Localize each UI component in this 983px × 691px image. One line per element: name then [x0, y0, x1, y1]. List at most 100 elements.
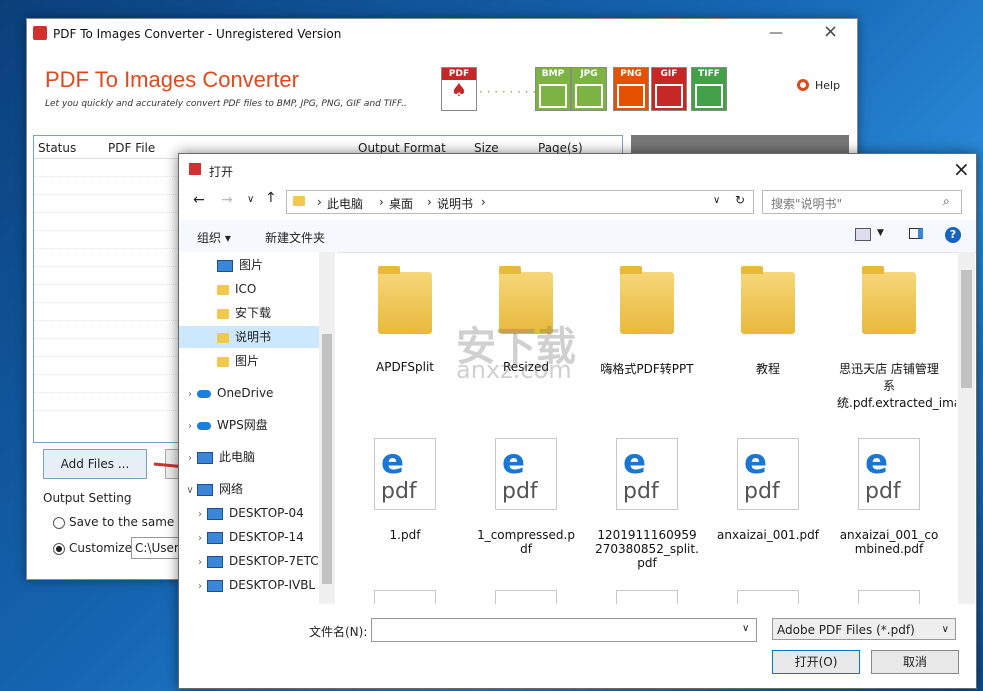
new-folder-button[interactable]: 新建文件夹 — [265, 229, 325, 246]
nav-item-label: 说明书 — [235, 330, 272, 344]
nav-item-label: DESKTOP-IVBL — [229, 578, 316, 592]
expand-icon[interactable]: ∨ — [183, 480, 197, 502]
crumb-desktop[interactable]: 桌面 — [389, 195, 413, 212]
address-dropdown-icon[interactable]: ∨ — [713, 195, 720, 206]
dialog-app-icon — [189, 163, 201, 175]
pdf-file-name: anxaizai_001_combined.pdf — [839, 528, 939, 556]
nav-item[interactable]: 图片 — [179, 350, 335, 372]
col-status[interactable]: Status — [38, 141, 76, 155]
nav-item[interactable]: › DESKTOP-14 — [179, 526, 335, 548]
nav-item[interactable]: › WPS网盘 — [179, 414, 335, 436]
pdf-file-icon: e pdf — [616, 438, 678, 510]
nav-item[interactable]: › DESKTOP-IVBL — [179, 574, 335, 596]
pdf-item[interactable]: e pdf 1201911160959270380852_split.pdf — [595, 438, 699, 570]
pdf-item[interactable]: e pdf 1.pdf — [353, 438, 457, 542]
nav-item[interactable]: 图片 — [179, 254, 335, 276]
crumb-manual[interactable]: 说明书 — [437, 195, 473, 212]
nav-item-label: 此电脑 — [219, 450, 256, 464]
organize-button[interactable]: 组织 ▾ — [197, 229, 231, 246]
address-bar[interactable]: › 此电脑 › 桌面 › 说明书 › ∨ ↻ — [286, 190, 754, 214]
nav-item-label: 网络 — [219, 482, 244, 496]
up-icon[interactable]: ↑ — [265, 190, 277, 206]
folder-name: APDFSplit — [376, 360, 434, 374]
app-subtitle: Let you quickly and accurately convert P… — [45, 99, 407, 109]
file-scrollbar-thumb[interactable] — [961, 270, 972, 388]
format-picture-icon — [575, 84, 603, 108]
dialog-toolbar: 组织 ▾ 新建文件夹 ▼ ? — [179, 220, 976, 253]
expand-icon[interactable]: › — [193, 552, 207, 574]
folder-item[interactable]: 思迅天店 店铺管理系统.pdf.extracted_images — [837, 266, 956, 411]
nav-item[interactable]: › DESKTOP-7ETC — [179, 550, 335, 572]
nav-item[interactable]: › DESKTOP-04 — [179, 502, 335, 524]
expand-icon[interactable]: › — [183, 384, 197, 406]
pdf-item[interactable]: e — [595, 590, 699, 604]
expand-icon[interactable]: › — [193, 528, 207, 550]
pdf-item[interactable]: e — [474, 590, 578, 604]
expand-icon[interactable]: › — [193, 576, 207, 598]
view-dropdown-icon[interactable]: ▼ — [877, 228, 884, 238]
nav-item[interactable]: › OneDrive — [179, 382, 335, 404]
add-files-button[interactable]: Add Files ... — [43, 449, 147, 479]
minimize-icon[interactable]: — — [769, 25, 783, 41]
filetype-dropdown-icon[interactable]: ∨ — [942, 619, 949, 641]
expand-icon[interactable]: › — [193, 504, 207, 526]
dialog-close-icon[interactable]: × — [953, 157, 970, 181]
help-icon[interactable] — [797, 79, 809, 91]
folder-item[interactable]: APDFSplit — [353, 266, 457, 374]
radio-save-same[interactable] — [53, 516, 65, 529]
pc-icon — [197, 451, 213, 464]
format-label: JPG — [580, 69, 598, 79]
forward-icon[interactable]: → — [221, 192, 233, 208]
search-input[interactable]: 搜索"说明书" ⌕ — [762, 190, 962, 214]
format-picture-icon — [617, 84, 645, 108]
pdf-item[interactable]: e — [353, 590, 457, 604]
folder-icon — [217, 332, 229, 343]
customize-option[interactable]: Customize — [53, 541, 132, 555]
pdf-item[interactable]: e pdf 1_compressed.pdf — [474, 438, 578, 556]
window-title: PDF To Images Converter - Unregistered V… — [53, 27, 342, 41]
filename-dropdown-icon[interactable]: ∨ — [742, 623, 749, 634]
search-icon[interactable]: ⌕ — [943, 194, 950, 209]
navigation-pane: 图片 ICO 安下载 说明书 图片 › OneDrive › WPS网盘 › 此电脑 ∨ 网络 › DESK… — [179, 252, 337, 604]
close-icon[interactable]: × — [823, 21, 838, 42]
nav-item[interactable]: 安下载 — [179, 302, 335, 324]
filename-input[interactable]: ∨ — [371, 618, 757, 642]
nav-scrollbar-thumb[interactable] — [322, 334, 332, 584]
expand-icon[interactable]: › — [183, 416, 197, 438]
folder-item[interactable]: 嗨格式PDF转PPT — [595, 266, 699, 377]
preview-pane-icon[interactable] — [909, 228, 923, 239]
pdf-item[interactable]: e pdf anxaizai_001.pdf — [716, 438, 820, 542]
format-label: PNG — [620, 69, 642, 79]
nav-item[interactable]: ∨ 网络 — [179, 478, 335, 500]
crumb-this-pc[interactable]: 此电脑 — [327, 195, 363, 212]
pdf-item[interactable]: e — [716, 590, 820, 604]
app-icon — [33, 26, 47, 40]
pdf-item[interactable]: e pdf anxaizai_001_combined.pdf — [837, 438, 941, 556]
help-icon[interactable]: ? — [945, 227, 961, 243]
back-icon[interactable]: ← — [193, 192, 205, 208]
filetype-select[interactable]: Adobe PDF Files (*.pdf) ∨ — [772, 618, 956, 640]
nav-item[interactable]: 说明书 — [179, 326, 335, 348]
filename-label: 文件名(N): — [309, 625, 368, 639]
cancel-button[interactable]: 取消 — [871, 650, 959, 674]
folder-item[interactable]: 教程 — [716, 266, 820, 377]
recent-dropdown-icon[interactable]: ∨ — [247, 194, 254, 205]
help-link[interactable]: Help — [815, 79, 840, 92]
crumb-sep-icon: › — [427, 195, 432, 209]
pc-icon — [207, 555, 223, 568]
expand-icon[interactable]: › — [183, 448, 197, 470]
pdf-file-icon: e — [858, 590, 920, 604]
save-same-option[interactable]: Save to the same fo — [53, 515, 190, 529]
format-label: BMP — [541, 69, 565, 79]
format-label: TIFF — [698, 69, 720, 79]
refresh-icon[interactable]: ↻ — [735, 193, 745, 207]
col-pdf-file[interactable]: PDF File — [108, 141, 155, 155]
nav-item[interactable]: ICO — [179, 278, 335, 300]
pdf-item[interactable]: e — [837, 590, 941, 604]
radio-customize[interactable] — [53, 542, 65, 555]
folder-icon — [217, 356, 229, 367]
nav-item[interactable]: › 此电脑 — [179, 446, 335, 468]
view-icon[interactable] — [855, 228, 871, 241]
folder-icon — [620, 266, 674, 334]
open-button[interactable]: 打开(O) — [772, 650, 860, 674]
